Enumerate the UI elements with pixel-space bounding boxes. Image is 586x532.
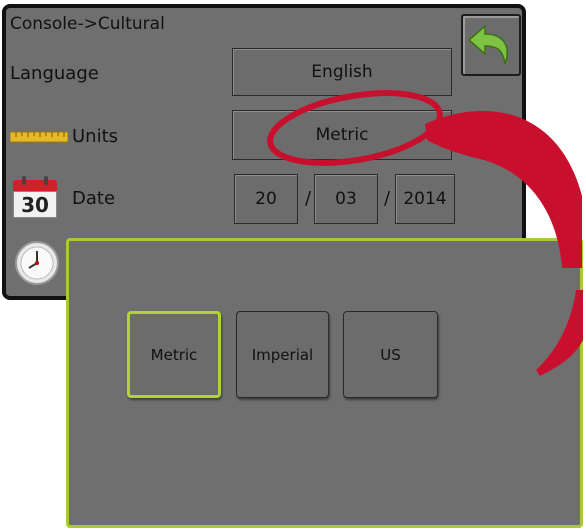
date-label: Date xyxy=(72,188,116,209)
language-select[interactable]: English xyxy=(232,48,452,96)
option-imperial-button[interactable]: Imperial xyxy=(236,311,329,398)
date-year-field[interactable]: 2014 xyxy=(395,174,455,224)
date-separator: / xyxy=(384,188,391,209)
breadcrumb: Console->Cultural xyxy=(10,14,165,34)
units-label: Units xyxy=(72,126,119,147)
ruler-icon xyxy=(10,131,68,143)
calendar-day: 30 xyxy=(13,191,57,218)
date-separator: / xyxy=(305,188,312,209)
clock-icon xyxy=(15,241,59,285)
date-day-field[interactable]: 20 xyxy=(234,174,298,224)
calendar-icon: 30 xyxy=(13,176,57,218)
date-month-field[interactable]: 03 xyxy=(314,174,378,224)
option-us-button[interactable]: US xyxy=(343,311,438,398)
units-select[interactable]: Metric xyxy=(232,110,452,160)
option-metric-button[interactable]: Metric xyxy=(127,311,221,398)
units-options-panel: Metric Imperial US xyxy=(66,238,583,528)
back-button[interactable] xyxy=(461,14,521,76)
language-label: Language xyxy=(10,63,99,84)
return-arrow-icon xyxy=(467,24,508,65)
